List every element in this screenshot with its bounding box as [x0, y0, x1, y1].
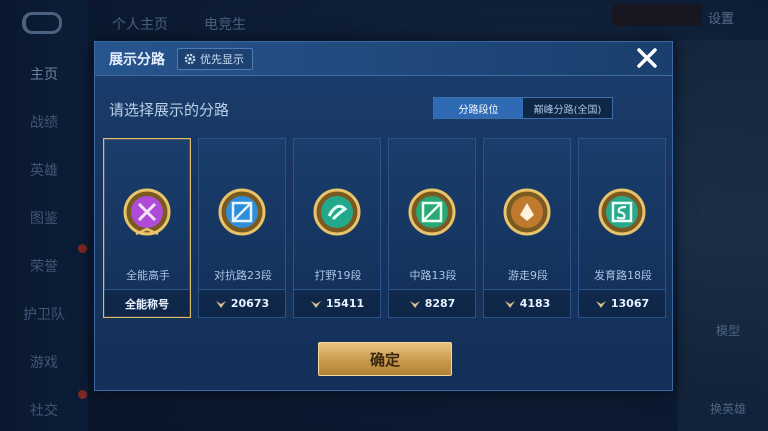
lane-card-label: 对抗路23段 [214, 269, 272, 282]
dialog-subtitle: 请选择展示的分路 [109, 101, 230, 119]
lane-card-label: 游走9段 [508, 269, 548, 282]
lane-card-footer: 15411 [294, 289, 380, 317]
power-icon [409, 300, 420, 308]
lane-card-list: 全能高手 全能称号 对抗路23段 20673 打野19段 15411 中路13段… [103, 138, 666, 318]
lane-card-roam[interactable]: 游走9段 4183 [483, 138, 571, 318]
lane-card-clash[interactable]: 对抗路23段 20673 [198, 138, 286, 318]
lane-card-footer: 20673 [199, 289, 285, 317]
lane-card-footer-value: 13067 [610, 297, 650, 310]
display-lane-dialog: 展示分路 优先显示 请选择展示的分路 分路段位 巅峰分路(全国) 全能高手 全能… [94, 41, 673, 391]
lane-card-footer-value: 15411 [325, 297, 365, 310]
lane-card-mid[interactable]: 中路13段 8287 [388, 138, 476, 318]
lane-card-all-round[interactable]: 全能高手 全能称号 [103, 138, 191, 318]
lane-type-toggle: 分路段位 巅峰分路(全国) [433, 97, 613, 119]
dialog-title: 展示分路 [109, 52, 165, 68]
mid-lane-emblem-icon [408, 188, 456, 236]
lane-card-farm[interactable]: 发育路18段 13067 [578, 138, 666, 318]
lane-card-footer-value: 全能称号 [125, 297, 169, 311]
power-icon [310, 300, 321, 308]
lane-card-label: 发育路18段 [594, 269, 652, 282]
confirm-button[interactable]: 确定 [318, 342, 452, 376]
lane-card-footer-value: 4183 [519, 297, 551, 310]
roam-emblem-icon [503, 188, 551, 236]
lane-card-footer: 13067 [579, 289, 665, 317]
toggle-peak-lane[interactable]: 巅峰分路(全国) [523, 98, 612, 118]
close-icon [637, 48, 657, 68]
lane-card-footer: 全能称号 [104, 289, 190, 317]
power-icon [215, 300, 226, 308]
dialog-header: 展示分路 优先显示 [95, 42, 672, 76]
lane-card-label: 打野19段 [314, 269, 362, 282]
lane-card-footer: 8287 [389, 289, 475, 317]
close-button[interactable] [634, 45, 660, 71]
priority-display-button[interactable]: 优先显示 [177, 48, 253, 70]
lane-card-jungle[interactable]: 打野19段 15411 [293, 138, 381, 318]
lane-card-footer-value: 8287 [424, 297, 456, 310]
lane-card-footer: 4183 [484, 289, 570, 317]
power-icon [595, 300, 606, 308]
farm-lane-emblem-icon [598, 188, 646, 236]
all-round-emblem-icon [123, 188, 171, 236]
lane-card-footer-value: 20673 [230, 297, 270, 310]
lane-card-label: 中路13段 [409, 269, 457, 282]
gear-icon [184, 53, 196, 65]
lane-card-label: 全能高手 [126, 269, 170, 282]
clash-lane-emblem-icon [218, 188, 266, 236]
priority-display-label: 优先显示 [200, 53, 244, 66]
toggle-lane-rank[interactable]: 分路段位 [434, 98, 523, 118]
jungle-emblem-icon [313, 188, 361, 236]
power-icon [504, 300, 515, 308]
